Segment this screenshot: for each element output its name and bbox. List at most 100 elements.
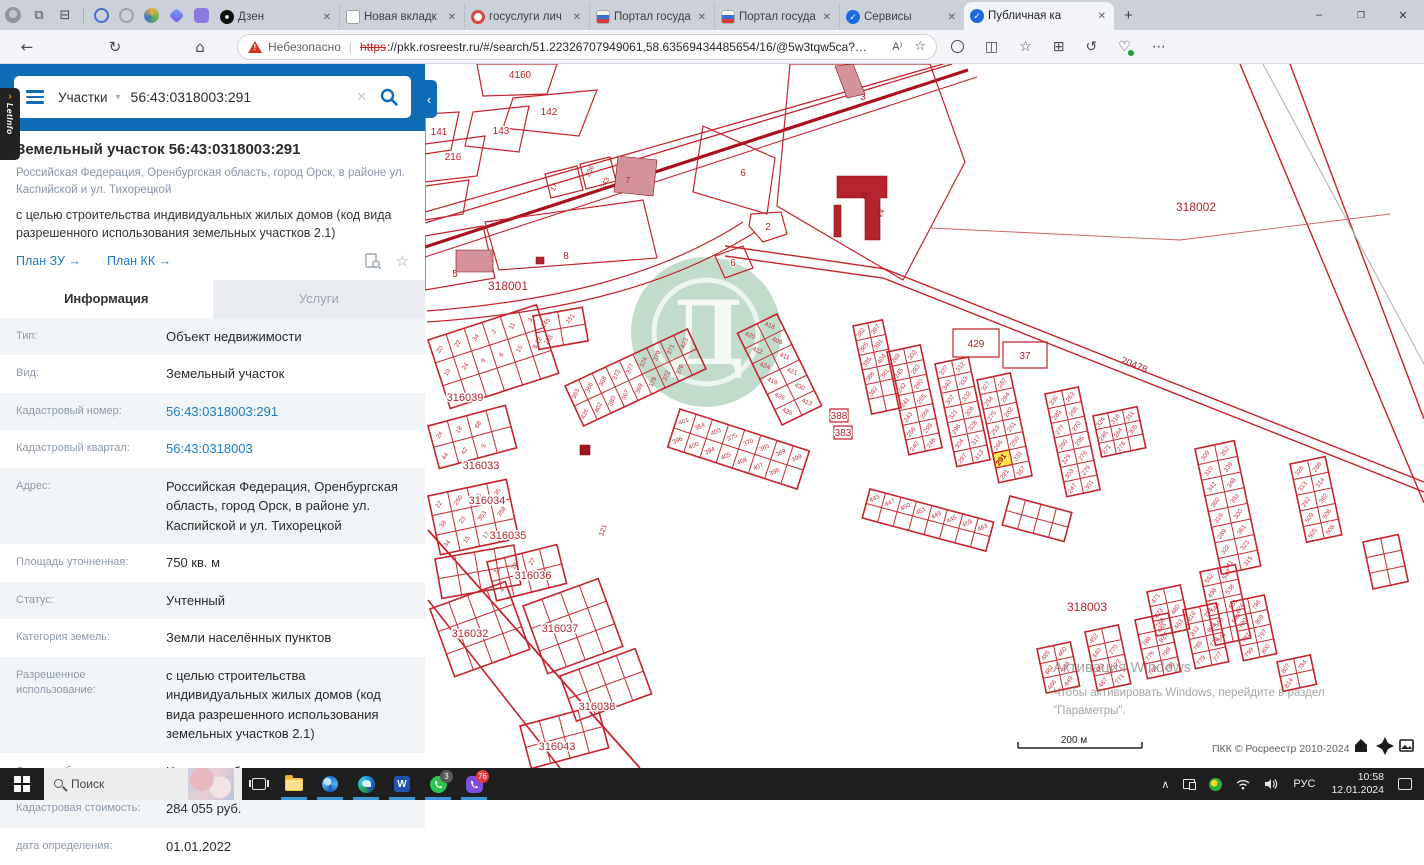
tab-label: Дзен	[238, 11, 265, 23]
browser-tab-5[interactable]: Портал госуда ✕	[714, 4, 839, 30]
settings-more-icon[interactable]: ⋯	[1152, 39, 1166, 55]
star-icon[interactable]: ☆	[396, 252, 409, 270]
chevron-down-icon[interactable]: ▾	[116, 92, 121, 103]
tab-services[interactable]: Услуги	[212, 279, 425, 318]
copilot-icon[interactable]	[951, 40, 964, 53]
task-view-button[interactable]	[242, 768, 276, 800]
search-icon[interactable]	[379, 87, 399, 107]
history-icon[interactable]: ↺	[1086, 39, 1098, 55]
parcel-number: 141	[431, 127, 448, 138]
tab-close-icon[interactable]: ✕	[571, 12, 583, 23]
attribute-value: Земли населённых пунктов	[166, 630, 332, 646]
doc-search-icon[interactable]	[364, 252, 382, 270]
tab-close-icon[interactable]: ✕	[321, 12, 333, 23]
extension-sparkle-icon[interactable]	[168, 7, 185, 23]
collections-icon[interactable]: ⊞	[1053, 39, 1065, 55]
wifi-icon[interactable]	[1236, 779, 1250, 790]
security-warning-label: Небезопасно	[268, 39, 341, 54]
profile-avatar[interactable]	[0, 4, 26, 26]
browser-tab-3[interactable]: госуслуги лич ✕	[464, 4, 589, 30]
browser-tab-bar: ⧉ ⊟ Дзен ✕ Новая вкладк ✕ госуслуги лич ✕ Порт…	[0, 0, 1424, 30]
extension-globe-icon[interactable]	[94, 7, 109, 23]
map-canvas[interactable]: Д416014214314121685362642937388383Актива…	[425, 64, 1424, 768]
favorite-star-icon[interactable]: ☆	[914, 39, 926, 54]
action-center-icon[interactable]	[1398, 778, 1412, 790]
browser-tab-1[interactable]: Дзен ✕	[214, 4, 339, 30]
home-button[interactable]: ⌂	[185, 38, 215, 56]
parcel-number: 142	[541, 107, 558, 118]
extension-color-icon[interactable]	[144, 7, 159, 23]
quarter-label: 318002	[1176, 200, 1216, 214]
photos-icon	[322, 776, 338, 792]
attribute-row: Разрешенное использование: с целью строит…	[0, 656, 425, 753]
reload-button[interactable]: ↻	[100, 38, 130, 56]
tab-close-icon[interactable]: ✕	[446, 12, 458, 23]
plan-zu-link[interactable]: План ЗУ →	[16, 254, 81, 268]
browser-tab-6[interactable]: ✓ Сервисы ✕	[839, 4, 964, 30]
tab-favicon-newtab-icon	[346, 10, 360, 24]
clock[interactable]: 10:58 12.01.2024	[1331, 771, 1384, 797]
tab-close-icon[interactable]: ✕	[821, 12, 833, 23]
new-tab-button[interactable]: +	[1124, 7, 1133, 24]
tab-close-icon[interactable]: ✕	[946, 12, 958, 23]
building-footprint	[455, 249, 494, 273]
parcel-number: 429	[968, 339, 985, 350]
browser-tab-2[interactable]: Новая вкладк ✕	[339, 4, 464, 30]
quarter-label: 316037	[542, 623, 579, 635]
attribute-label: Статус:	[16, 593, 54, 606]
device-sync-icon[interactable]	[1183, 779, 1197, 790]
favorites-icon[interactable]: ☆	[1019, 39, 1032, 55]
browser-essentials-icon[interactable]: ♡	[1118, 39, 1134, 56]
extension-gray-icon[interactable]	[119, 7, 134, 23]
search-pill: Участки ▾ 56:43:0318003:291 ✕	[14, 76, 411, 118]
address-bar[interactable]: Небезопасно | https ://pkk.rosreestr.ru/…	[237, 33, 937, 60]
page-title: Земельный участок 56:43:0318003:291	[16, 141, 301, 158]
taskbar-app-photos[interactable]	[312, 768, 348, 800]
scale-label: 200 м	[1061, 735, 1087, 746]
attribute-value-link[interactable]: 56:43:0318003:291	[166, 402, 409, 422]
browser-tab-4[interactable]: Портал госуда ✕	[589, 4, 714, 30]
building-footprint	[613, 155, 658, 197]
back-button[interactable]: ←	[12, 38, 42, 56]
tab-close-icon[interactable]: ✕	[1096, 11, 1108, 22]
tab-label: Публичная ка	[988, 10, 1062, 22]
taskbar-app-word[interactable]: W	[384, 768, 420, 800]
start-button[interactable]	[0, 768, 44, 800]
plan-kk-link[interactable]: План КК →	[107, 254, 171, 268]
tab-information[interactable]: Информация	[0, 279, 213, 318]
attribute-label: Адрес:	[16, 479, 51, 492]
minimize-button[interactable]: –	[1298, 0, 1340, 30]
search-category-select[interactable]: Участки	[58, 90, 108, 105]
browser-tab-7[interactable]: ✓ Публичная ка ✕	[964, 2, 1114, 30]
language-indicator[interactable]: РУС	[1293, 778, 1315, 790]
taskbar-app-whatsapp[interactable]: 3	[420, 768, 456, 800]
tab-group-icon[interactable]: ⧉	[26, 4, 52, 26]
tab-favicon-shield-icon: ✓	[846, 10, 860, 24]
security-warning-icon[interactable]	[248, 40, 262, 53]
attribute-value-link[interactable]: 56:43:0318003	[166, 439, 409, 459]
letinfo-sidebar-tab[interactable]: › LetInfo	[0, 88, 20, 160]
search-input[interactable]: 56:43:0318003:291	[131, 89, 357, 105]
read-aloud-icon[interactable]: A⁾	[892, 40, 902, 53]
close-button[interactable]: ✕	[1382, 0, 1424, 30]
antivirus-icon[interactable]	[1209, 777, 1223, 791]
hidden-icons-chevron[interactable]: ∧	[1161, 778, 1169, 791]
taskbar-search[interactable]: Поиск	[44, 768, 242, 800]
panel-collapse-button[interactable]: ‹	[421, 80, 437, 118]
extension-puzzle-icon[interactable]	[194, 7, 209, 23]
tray-time: 10:58	[1357, 770, 1384, 783]
menu-icon[interactable]	[26, 90, 44, 104]
vertical-tabs-icon[interactable]: ⊟	[52, 4, 78, 26]
tab-close-icon[interactable]: ✕	[696, 12, 708, 23]
maximize-button[interactable]: ❐	[1340, 0, 1382, 30]
taskbar-app-file-explorer[interactable]	[276, 768, 312, 800]
volume-icon[interactable]	[1264, 778, 1278, 790]
split-screen-icon[interactable]: ◫	[985, 39, 998, 55]
cadastral-map[interactable]: + ••• − Д4160142143141216853626429373883…	[425, 64, 1424, 768]
taskbar-app-edge[interactable]	[348, 768, 384, 800]
letinfo-label: LetInfo	[5, 103, 15, 135]
clear-search-icon[interactable]: ✕	[356, 89, 367, 105]
taskbar-app-viber[interactable]: 76	[456, 768, 492, 800]
quarter-label: 316036	[515, 570, 552, 582]
search-header: Участки ▾ 56:43:0318003:291 ✕ ‹	[0, 64, 437, 131]
